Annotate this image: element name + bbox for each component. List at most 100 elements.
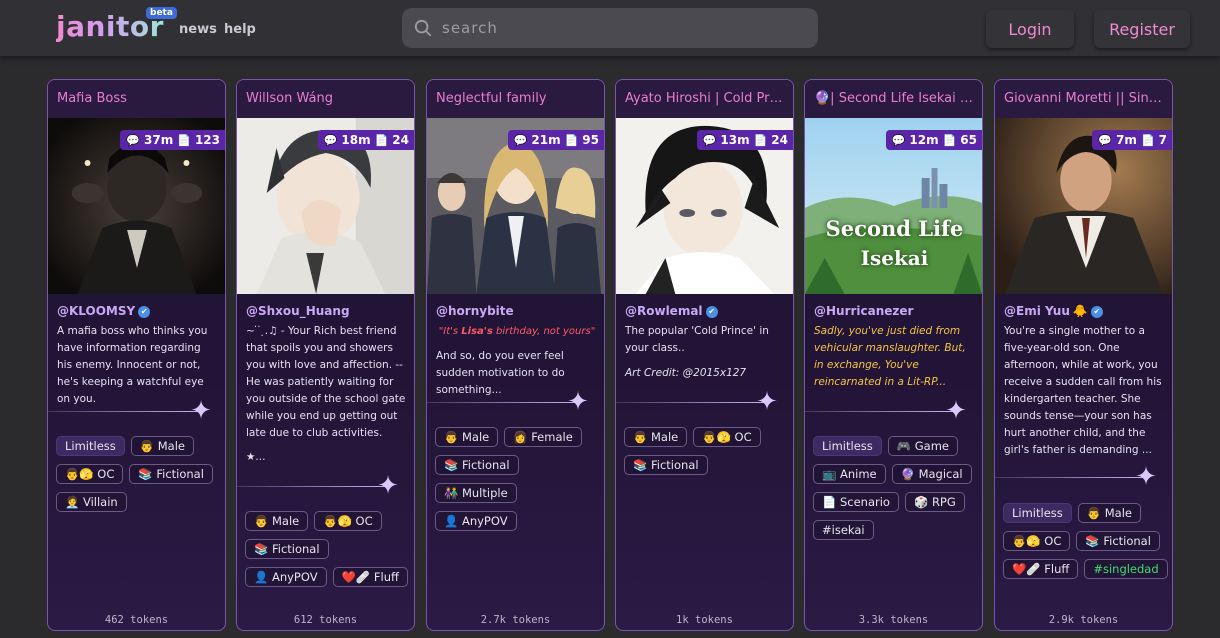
search-bar[interactable] — [402, 8, 818, 48]
character-card[interactable]: Neglectful family 💬 21m 📄 95 @hornybite "I… — [426, 79, 605, 631]
tag-oc[interactable]: 👨🫣 OC — [314, 511, 382, 531]
character-card[interactable]: Willson Wáng 💬 18m 📄 24 @Shxou_Huang ~ ̇ ̇… — [236, 79, 415, 631]
quote-start: "It's — [438, 326, 462, 337]
tag-male[interactable]: 👨 Male — [624, 427, 688, 447]
tag-rpg[interactable]: 🎲 RPG — [904, 492, 965, 512]
tag-fictional[interactable]: 📚 Fictional — [1076, 531, 1160, 551]
chat-stats: 💬 18m 📄 24 — [317, 130, 414, 150]
character-card[interactable]: Ayato Hiroshi | Cold Prince 💬 13m 📄 24 @Ro… — [615, 79, 794, 631]
tag-isekai[interactable]: #isekai — [813, 520, 874, 540]
sparkle-icon: ✦ — [377, 471, 399, 501]
character-card[interactable]: 🔮| Second Life Isekai RPG Second Life Is… — [804, 79, 983, 631]
divider — [427, 402, 577, 403]
tag-anime[interactable]: 📺 Anime — [813, 464, 886, 484]
login-button[interactable]: Login — [986, 10, 1074, 48]
nav-news-link[interactable]: news — [179, 22, 217, 37]
tag-game[interactable]: 🎮 Game — [887, 436, 958, 456]
tag-list: Limitless 👨 Male 👨🫣 OC 📚 Fictional ❤️🩹 F… — [1003, 503, 1169, 579]
divider — [237, 486, 387, 487]
creator-link[interactable]: @Emi Yuu 🐥 ✔ — [1004, 304, 1103, 318]
message-icon: 📄 — [177, 133, 191, 147]
message-count: 24 — [771, 133, 788, 147]
card-title: Willson Wáng — [237, 80, 414, 118]
nav-help-link[interactable]: help — [224, 22, 256, 37]
quote-name: Lisa's — [461, 326, 493, 337]
chat-icon: 💬 — [513, 133, 528, 147]
tag-male[interactable]: 👨 Male — [130, 436, 194, 456]
tag-list: 👨 Male 👨🫣 OC 📚 Fictional 👤 AnyPOV ❤️🩹 Fl… — [245, 511, 411, 587]
creator-link[interactable]: @Shxou_Huang — [246, 304, 350, 318]
token-count: 3.3k tokens — [858, 614, 929, 626]
tag-oc[interactable]: 👨🫣 OC — [693, 427, 761, 447]
message-icon: 📄 — [374, 133, 389, 147]
token-count: 462 tokens — [104, 614, 169, 626]
tag-male[interactable]: 👨 Male — [245, 511, 309, 531]
tag-list: Limitless 👨 Male 👨🫣 OC 📚 Fictional 🧑‍💼 V… — [56, 436, 222, 512]
chat-stats: 💬 13m 📄 24 — [696, 130, 793, 150]
creator-name[interactable]: @hornybite — [436, 304, 514, 318]
tag-anypov[interactable]: 👤 AnyPOV — [435, 511, 517, 531]
tag-fictional[interactable]: 📚 Fictional — [624, 455, 708, 475]
chat-icon: 💬 — [702, 133, 717, 147]
search-input[interactable] — [442, 8, 802, 48]
chat-icon: 💬 — [891, 133, 906, 147]
message-count: 123 — [194, 133, 220, 147]
creator-name[interactable]: @Shxou_Huang — [246, 304, 350, 318]
character-card[interactable]: Mafia Boss 💬 37m 📄 123 @KLOOMSY ✔ A mafia b… — [47, 79, 226, 631]
tag-fluff[interactable]: ❤️🩹 Fluff — [332, 567, 408, 587]
tag-list: 👨 Male 👩 Female 📚 Fictional 👫 Multiple 👤… — [435, 427, 601, 531]
tag-limitless[interactable]: Limitless — [813, 436, 882, 456]
sparkle-icon: ✦ — [756, 387, 778, 417]
creator-link[interactable]: @KLOOMSY ✔ — [57, 304, 151, 318]
creator-name[interactable]: @Rowlemal — [625, 304, 703, 318]
tag-limitless[interactable]: Limitless — [56, 436, 125, 456]
creator-link[interactable]: @hornybite — [436, 304, 514, 318]
card-title: Neglectful family — [427, 80, 604, 118]
message-count: 65 — [960, 133, 977, 147]
chat-count: 13m — [720, 133, 750, 147]
verified-icon: ✔ — [138, 305, 151, 318]
tag-fluff[interactable]: ❤️🩹 Fluff — [1003, 559, 1079, 579]
sparkle-icon: ✦ — [945, 396, 967, 426]
tag-villain[interactable]: 🧑‍💼 Villain — [56, 492, 127, 512]
tag-singledad[interactable]: #singledad — [1084, 559, 1168, 579]
sparkle-icon: ✦ — [567, 387, 589, 417]
top-bar: janitor beta news help Login Register — [0, 0, 1220, 56]
tag-limitless[interactable]: Limitless — [1003, 503, 1072, 523]
tag-multiple[interactable]: 👫 Multiple — [435, 483, 517, 503]
message-count: 7 — [1158, 133, 1167, 147]
image-title-line-2: Isekai — [860, 246, 929, 270]
tag-male[interactable]: 👨 Male — [435, 427, 499, 447]
chat-icon: 💬 — [323, 133, 338, 147]
card-title: Mafia Boss — [48, 80, 225, 118]
register-button[interactable]: Register — [1094, 10, 1190, 48]
card-title: Giovanni Moretti || Single Father — [995, 80, 1172, 118]
tag-female[interactable]: 👩 Female — [504, 427, 582, 447]
tag-fictional[interactable]: 📚 Fictional — [435, 455, 519, 475]
message-count: 24 — [392, 133, 409, 147]
tag-oc[interactable]: 👨🫣 OC — [1003, 531, 1071, 551]
creator-name[interactable]: @Hurricanezer — [814, 304, 913, 318]
tag-oc[interactable]: 👨🫣 OC — [56, 464, 124, 484]
tag-scenario[interactable]: 📄 Scenario — [813, 492, 899, 512]
tag-fictional[interactable]: 📚 Fictional — [245, 539, 329, 559]
creator-name[interactable]: @Emi Yuu — [1004, 304, 1070, 318]
chat-count: 21m — [531, 133, 561, 147]
message-icon: 📄 — [942, 133, 957, 147]
chat-icon: 💬 — [126, 133, 141, 147]
tag-male[interactable]: 👨 Male — [1077, 503, 1141, 523]
divider — [995, 477, 1145, 478]
verified-icon: ✔ — [705, 305, 718, 318]
tag-fictional[interactable]: 📚 Fictional — [129, 464, 213, 484]
chat-count: 18m — [341, 133, 371, 147]
character-card[interactable]: Giovanni Moretti || Single Father 💬7m 📄7… — [994, 79, 1173, 631]
creator-name[interactable]: @KLOOMSY — [57, 304, 135, 318]
creator-link[interactable]: @Rowlemal ✔ — [625, 304, 718, 318]
sparkle-icon: ✦ — [190, 396, 212, 426]
card-title: Ayato Hiroshi | Cold Prince — [616, 80, 793, 118]
card-title: 🔮| Second Life Isekai RPG — [805, 80, 982, 118]
tag-anypov[interactable]: 👤 AnyPOV — [245, 567, 327, 587]
chat-count: 7m — [1116, 133, 1137, 147]
tag-magical[interactable]: 🔮 Magical — [891, 464, 972, 484]
creator-link[interactable]: @Hurricanezer — [814, 304, 913, 318]
